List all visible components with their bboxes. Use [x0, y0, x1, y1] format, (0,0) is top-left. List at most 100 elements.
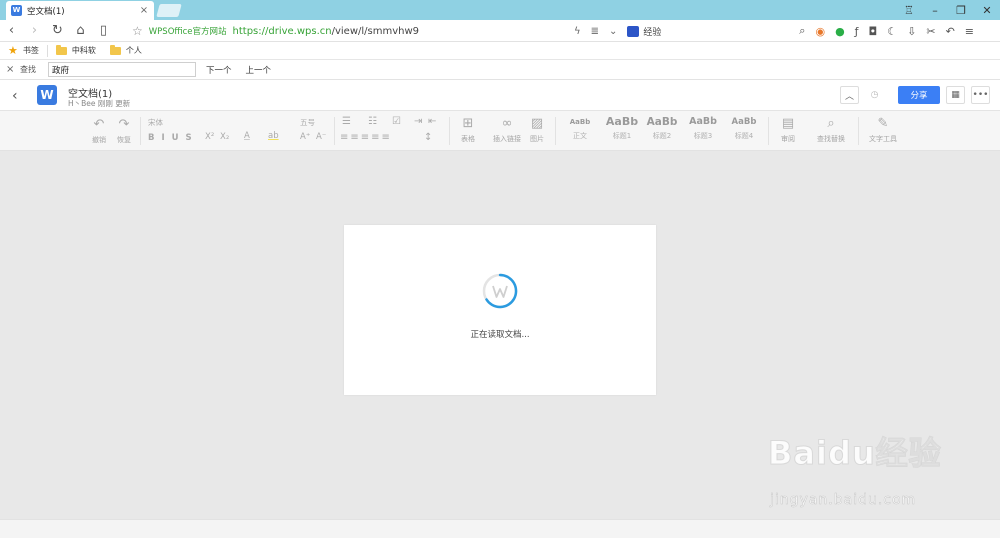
- find-input[interactable]: [48, 62, 196, 77]
- search-icon[interactable]: ⌕: [799, 24, 805, 38]
- baidu-watermark: Baidu经验 jingyan.baidu.com: [760, 428, 980, 518]
- browser-window: W 空文档(1) × ♖ – ❐ ✕ ‹ › ↻ ⌂ ▯ ☆ WPSOffice…: [0, 0, 1000, 538]
- review-label: 审阅: [781, 135, 795, 143]
- text-tools-label: 文字工具: [869, 135, 897, 143]
- document-meta: H丶Bee 刚刚 更新: [68, 99, 131, 108]
- find-next-button[interactable]: 下一个: [202, 64, 236, 76]
- dropdown-chevron-icon[interactable]: ⌄: [609, 26, 617, 37]
- undo-icon[interactable]: ↶: [946, 25, 955, 38]
- font-size-select[interactable]: 五号: [300, 117, 315, 128]
- link-label: 插入链接: [493, 135, 521, 143]
- align-buttons[interactable]: ≡≡≡≡≡: [340, 132, 392, 143]
- bookmark-label: 中科软: [71, 46, 96, 55]
- bookmark-label: 个人: [125, 46, 142, 55]
- subscript-icon[interactable]: X₂: [220, 132, 229, 142]
- tab-close-icon[interactable]: ×: [139, 5, 149, 16]
- night-mode-icon[interactable]: ☾: [887, 25, 897, 38]
- refresh-icon[interactable]: ↻: [46, 20, 69, 42]
- bookmark-item-bookmarks[interactable]: ★ 书签: [8, 44, 39, 57]
- tab-active[interactable]: W 空文档(1) ×: [6, 1, 154, 20]
- shrink-font-icon[interactable]: A⁻: [316, 132, 326, 142]
- loading-spinner-icon: [482, 273, 518, 309]
- url-text[interactable]: https://drive.wps.cn/view/l/smmvhw9: [233, 26, 420, 37]
- line-spacing-icon[interactable]: ↕: [424, 132, 432, 143]
- style-sample: AaBb: [569, 118, 591, 126]
- style-heading-4[interactable]: AaBb 标题4: [724, 115, 764, 141]
- font-name-select[interactable]: 宋体: [148, 117, 163, 128]
- minimize-icon[interactable]: –: [928, 4, 942, 17]
- bullet-list-icon[interactable]: ☰: [342, 116, 351, 127]
- image-icon: ▨: [530, 116, 544, 131]
- wps-favicon-icon: W: [11, 5, 22, 16]
- checklist-icon[interactable]: ☑: [392, 116, 401, 127]
- table-button[interactable]: ⊞ 表格: [453, 116, 483, 144]
- highlight-icon[interactable]: ab: [268, 131, 279, 141]
- undo-button[interactable]: ↶ 撤销: [88, 117, 110, 145]
- find-prev-button[interactable]: 上一个: [242, 64, 276, 76]
- url-path: /view/l/smmvhw9: [331, 25, 420, 37]
- back-icon[interactable]: ‹: [0, 20, 23, 42]
- forward-icon[interactable]: ›: [23, 20, 46, 42]
- more-icon[interactable]: •••: [971, 86, 990, 104]
- baidu-icon[interactable]: [627, 25, 640, 37]
- bookmark-star-icon[interactable]: ☆: [132, 24, 143, 38]
- collapse-toolbar-button[interactable]: ︿: [840, 86, 859, 104]
- review-icon: ▤: [781, 116, 795, 131]
- toolbar-icons: ⌕ ◉ ● ƒ ◘ ☾ ⇩ ✂ ↶ ≡: [799, 20, 974, 42]
- wechat-icon[interactable]: ●: [835, 25, 845, 38]
- text-tools-button[interactable]: ✎ 文字工具: [862, 116, 904, 144]
- style-heading-2[interactable]: AaBb 标题2: [642, 115, 682, 141]
- style-heading-3[interactable]: AaBb 标题3: [683, 115, 723, 141]
- history-icon[interactable]: ◷: [865, 86, 884, 104]
- redo-label: 恢复: [117, 136, 131, 144]
- formula-icon[interactable]: ƒ: [855, 25, 859, 38]
- new-tab-button[interactable]: [156, 4, 182, 17]
- grow-font-icon[interactable]: A⁺: [300, 132, 310, 142]
- share-button[interactable]: 分享: [898, 86, 940, 104]
- divider: [46, 44, 48, 57]
- superscript-icon[interactable]: X²: [205, 132, 214, 142]
- camera-icon[interactable]: ◘: [869, 25, 878, 38]
- bookmark-item-personal[interactable]: 个人: [109, 44, 142, 56]
- list-icon[interactable]: ≣: [591, 26, 599, 37]
- back-arrow-icon[interactable]: ‹: [12, 88, 18, 104]
- style-sample: AaBb: [605, 115, 639, 128]
- insert-link-button[interactable]: ∞ 插入链接: [489, 116, 525, 144]
- magnifier-icon: ⌕: [827, 116, 835, 131]
- reader-icon[interactable]: ▯: [92, 20, 115, 42]
- divider: [858, 117, 859, 145]
- home-icon[interactable]: ⌂: [69, 20, 92, 42]
- menu-icon[interactable]: ≡: [965, 25, 974, 38]
- wps-logo[interactable]: W: [37, 85, 57, 105]
- download-icon[interactable]: ⇩: [907, 25, 916, 38]
- redo-button[interactable]: ↷ 恢复: [113, 117, 135, 145]
- number-list-icon[interactable]: ☷: [368, 116, 377, 127]
- find-replace-button[interactable]: ⌕ 查找替换: [810, 116, 852, 144]
- indent-icon[interactable]: ⇥: [414, 116, 422, 127]
- style-heading-1[interactable]: AaBb 标题1: [602, 115, 642, 141]
- skin-icon[interactable]: ♖: [902, 4, 916, 17]
- image-button[interactable]: ▨ 图片: [525, 116, 549, 144]
- address-bar-right: ϟ ≣ ⌄ 经验: [574, 20, 661, 42]
- bookmark-item-zhongkeruan[interactable]: 中科软: [55, 44, 96, 56]
- font-color-icon[interactable]: A: [244, 131, 250, 141]
- style-normal[interactable]: AaBb 正文: [560, 115, 600, 141]
- find-close-icon[interactable]: ×: [6, 64, 16, 75]
- qrcode-icon[interactable]: ▦: [946, 86, 965, 104]
- review-button[interactable]: ▤ 审阅: [773, 116, 803, 144]
- text-format-buttons[interactable]: BIUS: [148, 133, 199, 143]
- undo-label: 撤销: [92, 136, 106, 144]
- style-sample: AaBb: [731, 117, 757, 127]
- wrench-icon: ✎: [877, 116, 889, 131]
- redo-icon: ↷: [118, 117, 130, 132]
- link-icon: ∞: [501, 116, 513, 131]
- search-engine-label[interactable]: 经验: [643, 25, 661, 38]
- address-bar[interactable]: ☆ WPSOffice官方网站 https://drive.wps.cn/vie…: [132, 20, 419, 42]
- game-icon[interactable]: ◉: [815, 25, 825, 38]
- close-window-icon[interactable]: ✕: [980, 4, 994, 17]
- outdent-icon[interactable]: ⇤: [428, 116, 436, 127]
- scissors-icon[interactable]: ✂: [926, 25, 935, 38]
- lightning-icon[interactable]: ϟ: [574, 26, 581, 37]
- document-header: ‹ W 空文档(1) H丶Bee 刚刚 更新 ︿ ◷ 分享 ▦ •••: [0, 80, 1000, 111]
- restore-icon[interactable]: ❐: [954, 4, 968, 17]
